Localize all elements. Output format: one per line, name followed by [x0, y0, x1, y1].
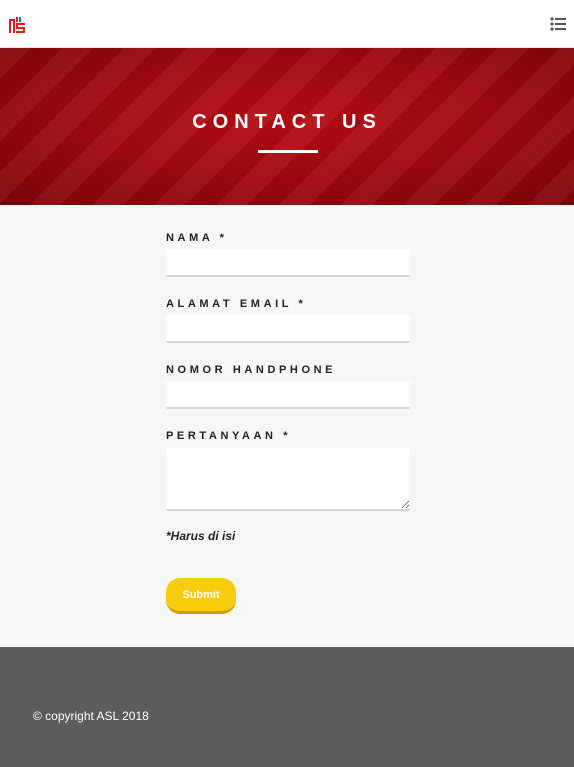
copyright-text: © copyright ASL 2018 [33, 709, 149, 723]
page-title: CONTACT US [192, 111, 382, 133]
hero-banner: CONTACT US [0, 48, 574, 205]
list-menu-icon[interactable] [550, 16, 566, 32]
contact-form: NAMA * ALAMAT EMAIL * NOMOR HANDPHONE PE… [0, 205, 574, 647]
site-header [0, 0, 574, 48]
title-underline [258, 150, 318, 153]
name-label: NAMA * [166, 232, 228, 244]
email-input[interactable] [166, 315, 410, 343]
question-textarea[interactable] [166, 448, 410, 511]
email-label: ALAMAT EMAIL * [166, 298, 307, 310]
asl-logo-icon[interactable] [9, 17, 25, 33]
site-footer: © copyright ASL 2018 [0, 647, 574, 767]
question-label: PERTANYAAN * [166, 430, 292, 442]
phone-label: NOMOR HANDPHONE [166, 364, 337, 376]
phone-input[interactable] [166, 381, 410, 409]
submit-button[interactable]: Submit [166, 578, 236, 614]
name-input[interactable] [166, 249, 410, 277]
required-note: *Harus di isi [166, 529, 236, 543]
